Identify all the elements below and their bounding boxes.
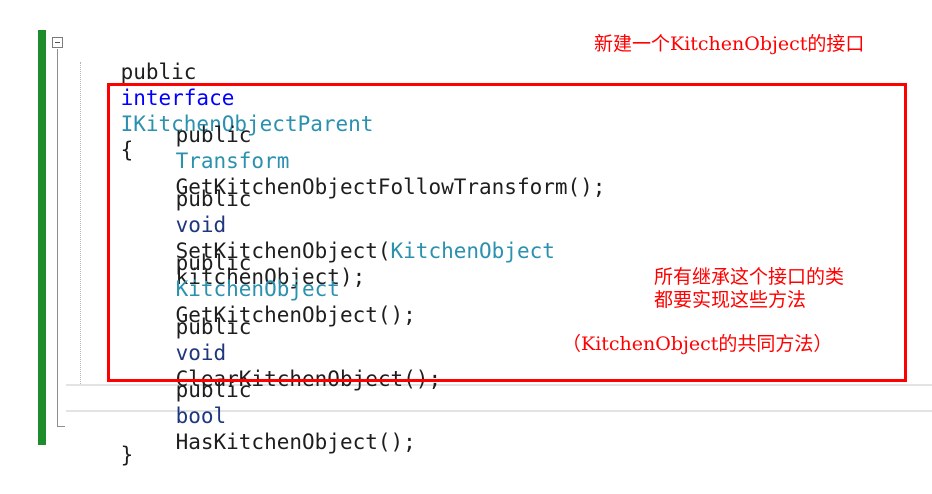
collapse-toggle-icon[interactable] xyxy=(52,37,63,48)
fold-guide-end xyxy=(57,426,65,427)
fold-guide-line xyxy=(57,49,58,427)
change-indicator-bar xyxy=(38,30,46,445)
code-editor[interactable]: public interface IKitchenObjectParent { … xyxy=(0,0,932,467)
close-brace: } xyxy=(120,443,134,467)
annotation-side-note-line2: 都要实现这些方法 xyxy=(654,289,807,311)
keyword-bool: bool xyxy=(175,404,227,428)
annotation-bottom-note: （KitchenObject的共同方法） xyxy=(562,333,833,355)
code-line-closing-brace[interactable]: } xyxy=(70,416,134,494)
annotation-top-note: 新建一个KitchenObject的接口 xyxy=(594,33,865,55)
keyword-public: public xyxy=(120,60,197,84)
method-signature: HasKitchenObject(); xyxy=(175,430,416,454)
annotation-side-note-line1: 所有继承这个接口的类 xyxy=(654,266,845,288)
